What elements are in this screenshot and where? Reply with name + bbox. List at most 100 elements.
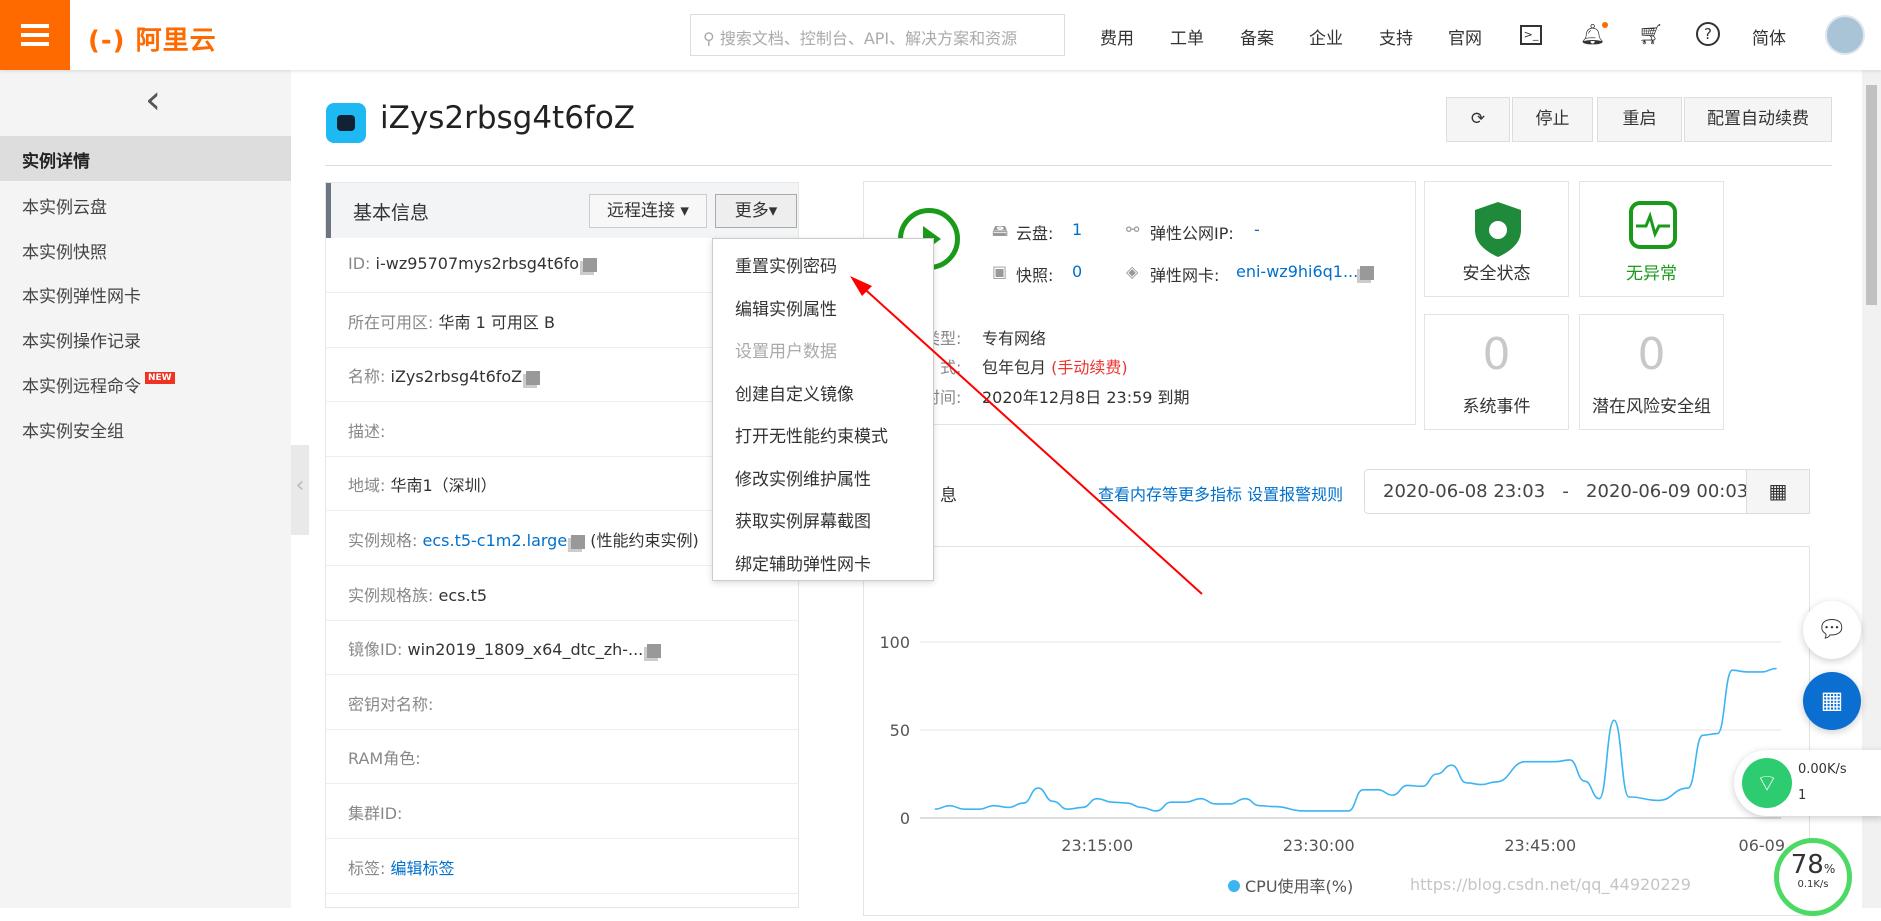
menu-item[interactable]: 获取实例屏幕截图 — [713, 497, 933, 539]
calendar-icon[interactable]: ▦ — [1746, 469, 1810, 514]
restart-button[interactable]: 重启 — [1597, 97, 1682, 142]
nav-support[interactable]: 支持 — [1379, 24, 1413, 49]
info-label: 地域: — [348, 476, 385, 495]
shield-icon — [1473, 200, 1523, 258]
sidebar-item-label: 实例详情 — [22, 152, 90, 172]
billing-label: 式: — [940, 354, 961, 378]
avatar[interactable] — [1825, 15, 1865, 55]
info-row: 镜像ID: win2019_1809_x64_dtc_zh-... — [326, 620, 798, 675]
sidebar-item-disks[interactable]: 本实例云盘 — [0, 182, 291, 227]
new-badge: NEW — [145, 372, 175, 384]
menu-item[interactable]: 重置实例密码 — [713, 242, 933, 284]
risk-sg-count: 0 — [1580, 329, 1723, 380]
copy-icon[interactable] — [526, 371, 540, 385]
menu-icon[interactable] — [0, 0, 70, 70]
info-label: 所在可用区: — [348, 313, 433, 332]
info-value: 华南1（深圳） — [391, 476, 497, 495]
menu-item[interactable]: 编辑实例属性 — [713, 285, 933, 327]
x-tick-label: 23:15:00 — [1061, 836, 1133, 855]
monitor-links[interactable]: 查看内存等更多指标 设置报警规则 — [1098, 481, 1343, 505]
search-input[interactable]: ⚲ 搜索文档、控制台、API、解决方案和资源 — [690, 14, 1065, 56]
date-separator: - — [1562, 481, 1569, 502]
sidebar-item-details[interactable]: 实例详情 — [0, 136, 291, 181]
cpu-usage-value: 78 — [1791, 850, 1824, 880]
copy-icon[interactable] — [583, 258, 597, 272]
sidebar-item-snapshots[interactable]: 本实例快照 — [0, 227, 291, 272]
sidebar-item-remote-command[interactable]: 本实例远程命令NEW — [0, 361, 291, 406]
nav-tickets[interactable]: 工单 — [1170, 24, 1204, 49]
billing-note: (手动续费) — [1051, 358, 1128, 377]
info-value: ecs.t5 — [439, 586, 488, 605]
chat-icon[interactable]: 💬︎ — [1803, 601, 1861, 659]
copy-icon[interactable] — [647, 644, 661, 658]
cpu-usage-unit: % — [1824, 862, 1835, 876]
sidebar-item-label: 本实例安全组 — [22, 422, 124, 442]
instance-icon — [326, 103, 366, 143]
security-status-card[interactable]: 安全状态 — [1424, 181, 1569, 297]
y-tick-label: 0 — [900, 809, 910, 828]
menu-item[interactable]: 创建自定义镜像 — [713, 370, 933, 412]
eip-value: - — [1254, 220, 1260, 239]
nav-icp[interactable]: 备案 — [1240, 24, 1274, 49]
copy-icon[interactable] — [571, 535, 585, 549]
nav-official[interactable]: 官网 — [1448, 24, 1482, 49]
info-value: 华南 1 可用区 B — [439, 313, 555, 332]
snapshot-count[interactable]: 0 — [1072, 262, 1082, 281]
language-switch[interactable]: 简体 — [1752, 24, 1786, 49]
nav-enterprise[interactable]: 企业 — [1309, 24, 1343, 49]
info-value[interactable]: 编辑标签 — [391, 859, 455, 878]
monitor-title: 息 — [940, 481, 957, 506]
cart-icon[interactable]: 🛒︎ — [1638, 22, 1663, 46]
eni-label: 弹性网卡: — [1150, 262, 1219, 286]
eni-link[interactable]: eni-wz9hi6q1... — [1236, 262, 1358, 281]
help-icon[interactable]: ? — [1696, 22, 1720, 46]
risk-sg-card[interactable]: 0 潜在风险安全组 — [1579, 314, 1724, 430]
sidebar-item-label: 本实例操作记录 — [22, 332, 141, 352]
info-value[interactable]: ecs.t5-c1m2.large — [423, 531, 568, 550]
sidebar-item-eni[interactable]: 本实例弹性网卡 — [0, 271, 291, 316]
stop-button[interactable]: 停止 — [1512, 97, 1593, 142]
billing-type: 包年包月 — [982, 358, 1046, 377]
top-bar: (-) 阿里云 ⚲ 搜索文档、控制台、API、解决方案和资源 费用 工单 备案 … — [0, 0, 1881, 70]
apps-icon[interactable]: ▦ — [1803, 672, 1861, 730]
remote-connect-button[interactable]: 远程连接 ▾ — [589, 194, 707, 228]
info-label: RAM角色: — [348, 749, 421, 768]
info-value: win2019_1809_x64_dtc_zh-... — [408, 640, 644, 659]
info-extra: (性能约束实例) — [590, 531, 699, 550]
status-panel: 行中 🖴 云盘: 1 ▣ 快照: 0 ⚯ 弹性公网IP: - ◈ 弹性网卡: e… — [863, 181, 1416, 425]
disk-icon: 🖴 — [992, 220, 1008, 247]
health-card[interactable]: 无异常 — [1579, 181, 1724, 297]
terminal-icon[interactable]: >_ — [1520, 25, 1542, 45]
page-title: iZys2rbsg4t6foZ — [380, 100, 635, 136]
system-events-label: 系统事件 — [1425, 392, 1568, 417]
menu-item[interactable]: 绑定辅助弹性网卡 — [713, 540, 933, 582]
net-speed: 0.00K/s — [1798, 762, 1847, 777]
more-dropdown-menu: 重置实例密码编辑实例属性设置用户数据创建自定义镜像打开无性能约束模式修改实例维护… — [712, 238, 934, 581]
auto-renew-button[interactable]: 配置自动续费 — [1684, 97, 1832, 142]
security-status-label: 安全状态 — [1425, 259, 1568, 284]
cpu-chart: 10050023:15:0023:30:0023:45:0006-09CPU使用… — [864, 547, 1811, 917]
sidebar-item-operation-log[interactable]: 本实例操作记录 — [0, 316, 291, 361]
sidebar-item-security-group[interactable]: 本实例安全组 — [0, 406, 291, 451]
aliyun-logo[interactable]: (-) 阿里云 — [88, 20, 217, 57]
sidebar-collapse-handle[interactable]: ‹ — [291, 445, 309, 535]
snapshot-icon: ▣ — [992, 262, 1007, 281]
system-events-card[interactable]: 0 系统事件 — [1424, 314, 1569, 430]
info-row: 集群ID: — [326, 784, 798, 839]
back-chevron-icon[interactable]: ‹ — [145, 80, 161, 120]
more-button[interactable]: 更多▾ — [715, 194, 797, 228]
info-label: 密钥对名称: — [348, 695, 433, 714]
refresh-button[interactable]: ⟳ — [1446, 97, 1510, 142]
scrollbar-thumb[interactable] — [1866, 85, 1877, 305]
info-label: 名称: — [348, 367, 385, 386]
nav-billing[interactable]: 费用 — [1100, 24, 1134, 49]
search-placeholder: 搜索文档、控制台、API、解决方案和资源 — [720, 29, 1017, 48]
legend-marker — [1228, 880, 1240, 892]
disk-count[interactable]: 1 — [1072, 220, 1082, 239]
copy-icon[interactable] — [1360, 266, 1374, 280]
chart-panel: 10050023:15:0023:30:0023:45:0006-09CPU使用… — [863, 546, 1810, 916]
menu-item[interactable]: 打开无性能约束模式 — [713, 412, 933, 454]
date-range-input[interactable]: 2020-06-08 23:03 - 2020-06-09 00:03 — [1364, 469, 1747, 514]
menu-item[interactable]: 修改实例维护属性 — [713, 455, 933, 497]
sidebar-item-label: 本实例弹性网卡 — [22, 287, 141, 307]
